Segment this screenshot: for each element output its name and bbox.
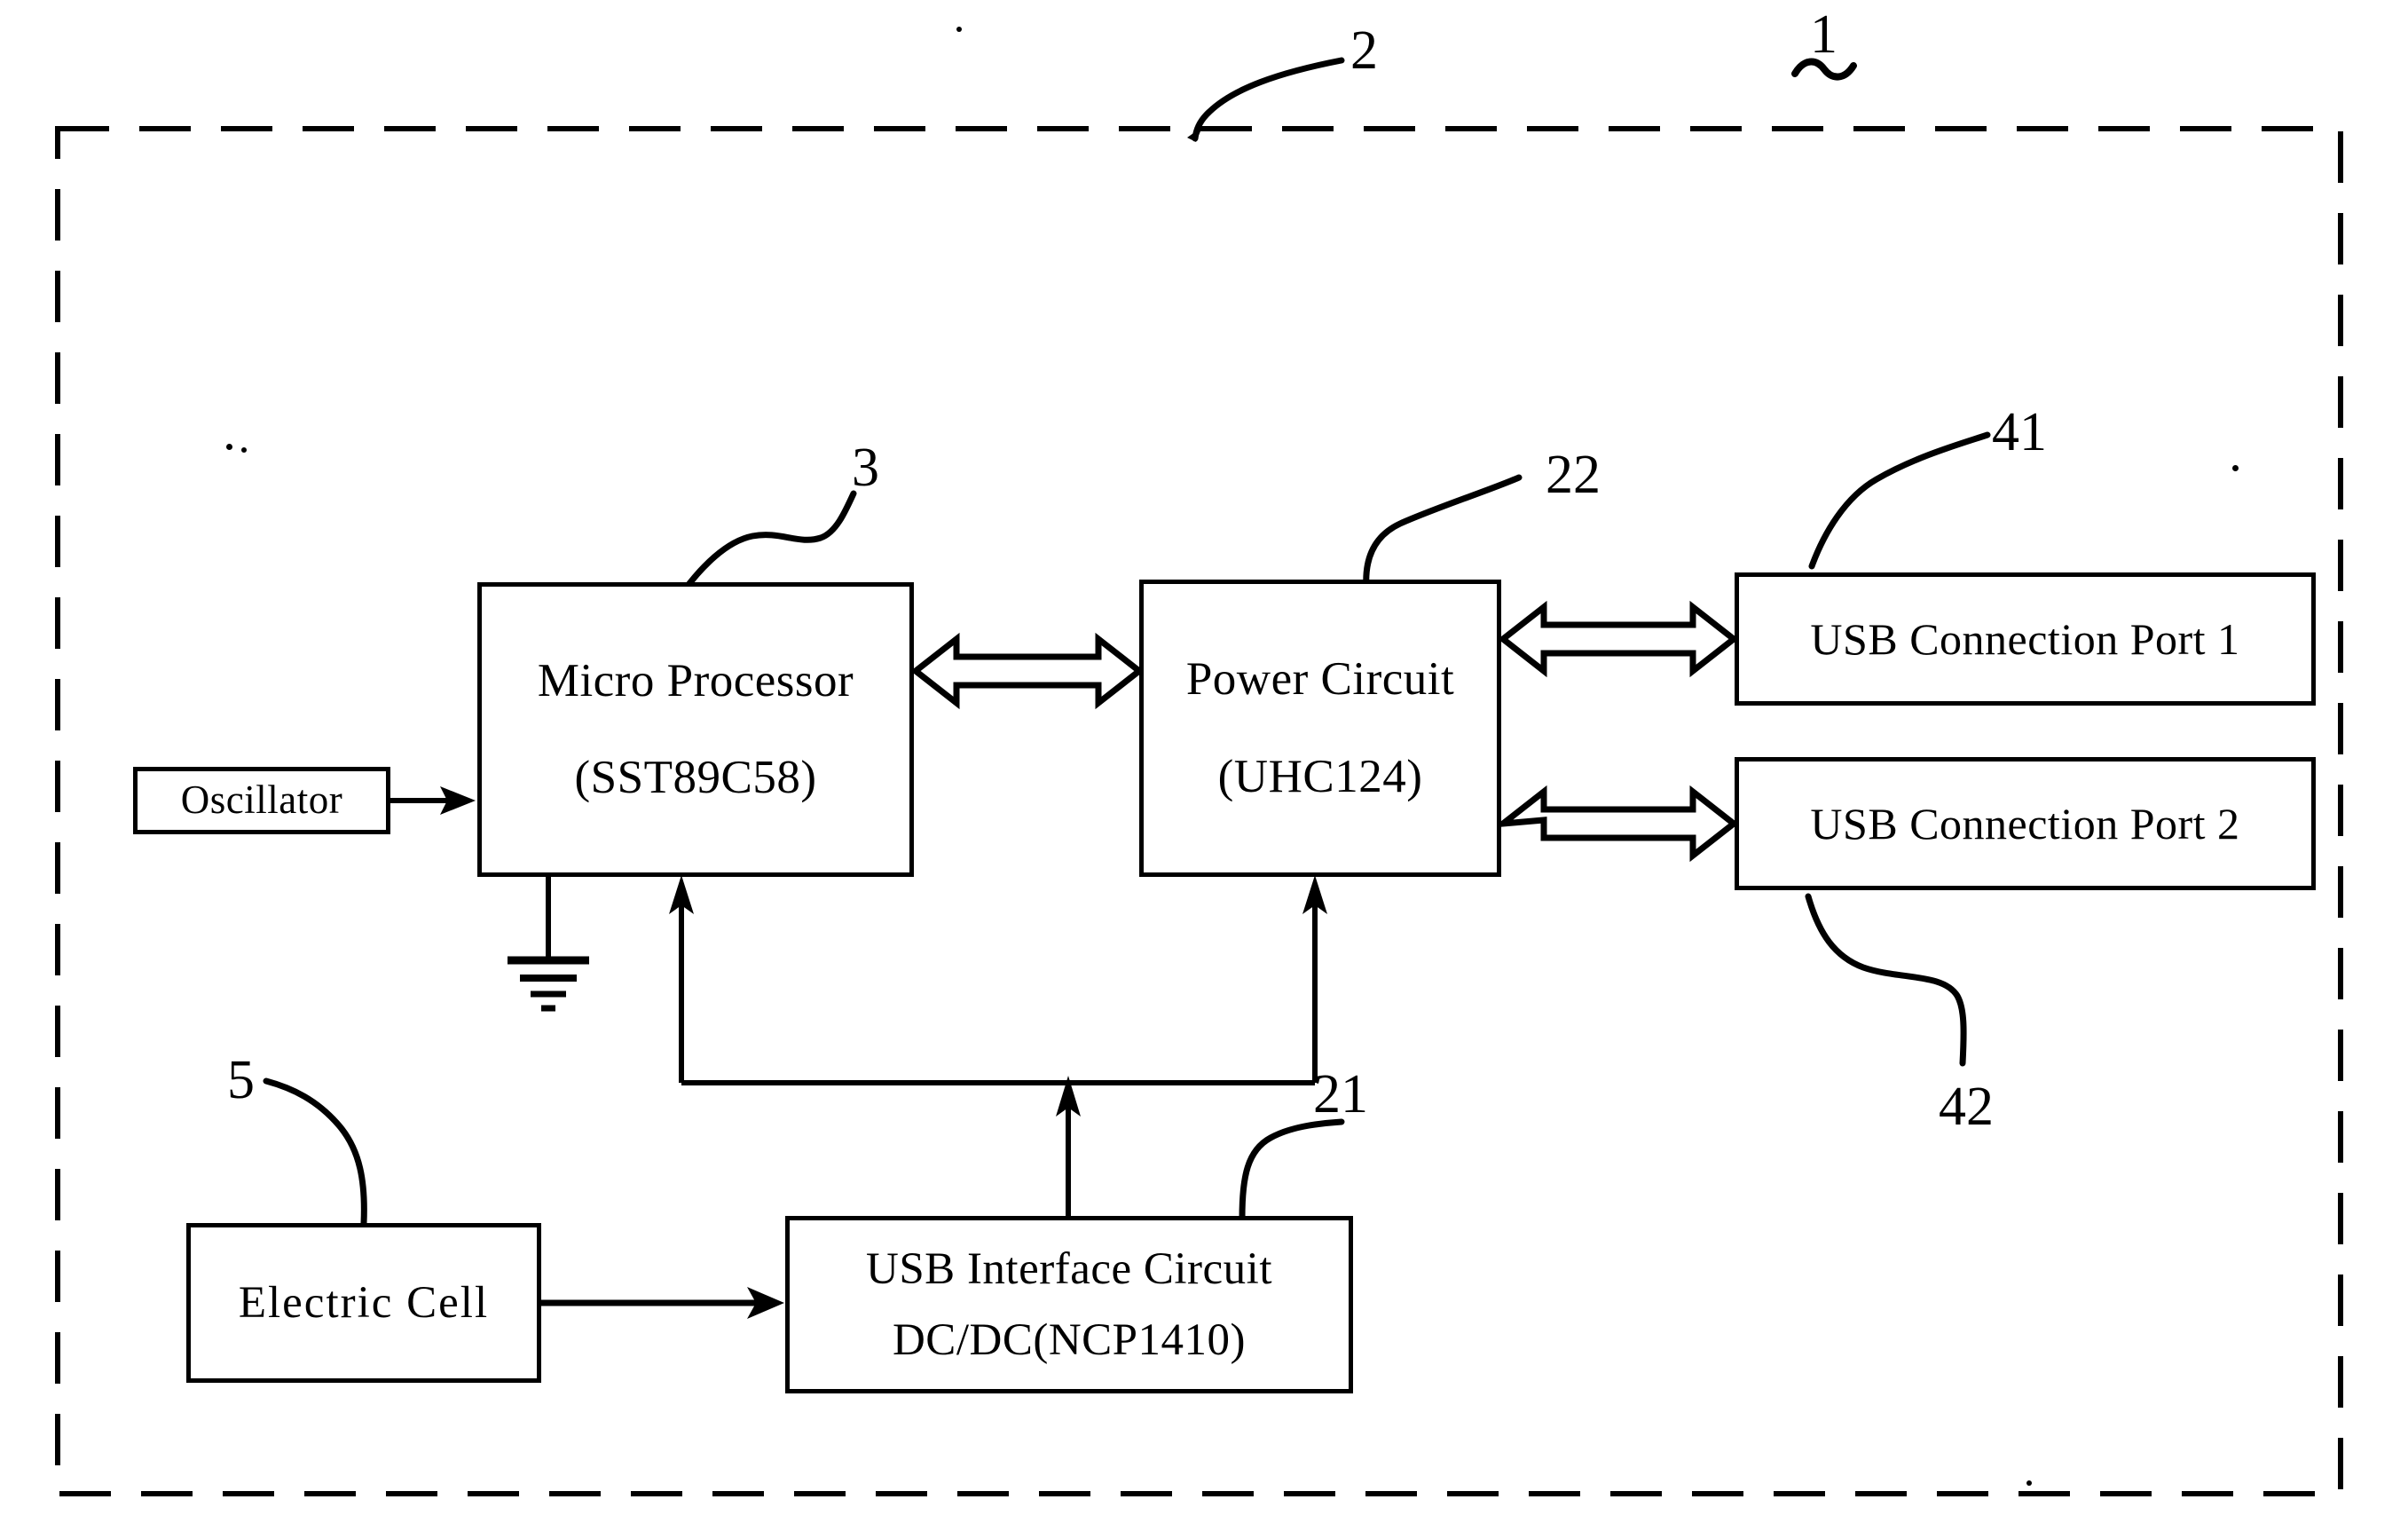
scan-speck <box>2026 1480 2032 1486</box>
leader-line-22 <box>1363 474 1523 591</box>
usb-port-1-label: USB Connection Port 1 <box>1810 613 2240 664</box>
reference-numeral-21: 21 <box>1313 1064 1368 1125</box>
micro-processor-line-1: Micro Processor <box>537 654 854 706</box>
usb-interface-line-2: DC/DC(NCP1410) <box>892 1315 1247 1365</box>
reference-numeral-3: 3 <box>852 438 879 498</box>
block-electric-cell: Electric Cell <box>186 1223 541 1383</box>
arrow-power-to-usb1 <box>1498 600 1739 678</box>
power-circuit-line-2: (UHC124) <box>1217 750 1423 802</box>
block-micro-processor: Micro Processor (SST89C58) <box>477 582 914 877</box>
leader-line-21 <box>1239 1118 1345 1221</box>
block-power-circuit: Power Circuit (UHC124) <box>1139 580 1501 877</box>
oscillator-label: Oscillator <box>180 777 343 823</box>
reference-numeral-41: 41 <box>1992 402 2047 462</box>
patent-figure: Micro Processor (SST89C58) Power Circuit… <box>0 0 2408 1531</box>
scan-speck <box>2232 465 2239 471</box>
scan-speck <box>956 27 962 32</box>
usb-interface-line-1: USB Interface Circuit <box>865 1243 1273 1294</box>
reference-numeral-1: 1 <box>1810 4 1837 65</box>
usb-port-2-label: USB Connection Port 2 <box>1810 798 2240 848</box>
leader-line-3 <box>681 490 857 593</box>
reference-numeral-5: 5 <box>227 1050 255 1110</box>
block-usb-interface-circuit: USB Interface Circuit DC/DC(NCP1410) <box>785 1216 1353 1393</box>
electric-cell-label: Electric Cell <box>238 1277 490 1328</box>
power-circuit-line-1: Power Circuit <box>1185 653 1455 706</box>
block-oscillator: Oscillator <box>133 767 390 834</box>
leader-line-42 <box>1805 893 1967 1067</box>
scan-speck <box>241 447 247 453</box>
reference-numeral-2: 2 <box>1350 20 1378 81</box>
scan-speck <box>226 444 232 450</box>
leader-line-41 <box>1808 431 1991 570</box>
reference-numeral-42: 42 <box>1939 1077 1994 1137</box>
reference-numeral-22: 22 <box>1546 445 1601 505</box>
block-usb-connection-port-1: USB Connection Port 1 <box>1735 572 2316 706</box>
micro-processor-line-2: (SST89C58) <box>574 752 817 803</box>
arrow-power-to-usb2 <box>1492 785 1739 863</box>
block-usb-connection-port-2: USB Connection Port 2 <box>1735 757 2316 890</box>
arrow-micro-to-power <box>910 632 1145 710</box>
leader-line-5 <box>263 1077 367 1227</box>
